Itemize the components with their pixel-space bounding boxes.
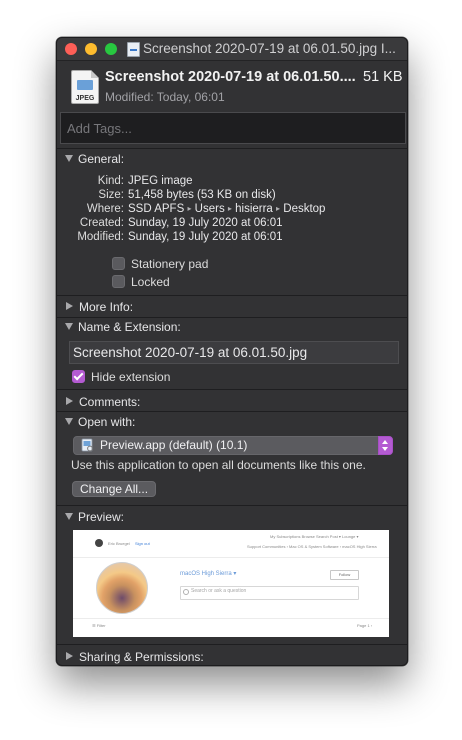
where-path: SSD APFS ▸ Users ▸ hisierra ▸ Desktop — [128, 203, 325, 215]
divider — [57, 411, 407, 412]
document-icon-label: JPEG — [75, 95, 95, 102]
size-value: 51,458 bytes (53 KB on disk) — [128, 189, 276, 201]
jpeg-document-icon[interactable]: JPEG — [71, 70, 99, 104]
info-window: Screenshot 2020-07-19 at 06.01.50.jpg I.… — [56, 37, 408, 666]
path-home: hisierra — [235, 203, 273, 215]
section-preview[interactable]: Preview: — [65, 510, 124, 524]
preview-app-icon — [81, 438, 93, 452]
where-label: Where: — [86, 203, 124, 215]
preview-user: Eric Bruegel — [108, 541, 130, 546]
open-with-hint: Use this application to open all documen… — [71, 458, 366, 472]
divider — [57, 295, 407, 296]
divider — [57, 505, 407, 506]
preview-logo-icon — [95, 539, 103, 547]
stationery-pad-checkbox[interactable] — [112, 257, 125, 270]
section-more-info-label: More Info: — [79, 300, 134, 314]
modified-label: Modified: — [77, 231, 124, 243]
preview-nav: My Subscriptions Browse Search Post ▾ Lo… — [270, 534, 359, 539]
zoom-button[interactable] — [105, 43, 117, 55]
disclosure-open-icon[interactable] — [65, 513, 73, 520]
disclosure-open-icon[interactable] — [65, 323, 73, 330]
locked-checkbox-row[interactable]: Locked — [112, 275, 170, 289]
stationery-pad-label: Stationery pad — [131, 257, 209, 271]
window-title: Screenshot 2020-07-19 at 06.01.50.jpg I.… — [143, 41, 396, 56]
size-label: Size: — [98, 189, 124, 201]
hide-extension-label: Hide extension — [91, 370, 171, 384]
section-general[interactable]: General: — [65, 152, 124, 166]
open-with-app-label: Preview.app (default) (10.1) — [100, 438, 248, 452]
jpeg-file-icon — [127, 42, 140, 57]
created-value: Sunday, 19 July 2020 at 06:01 — [128, 217, 283, 229]
stationery-pad-checkbox-row[interactable]: Stationery pad — [112, 257, 208, 271]
created-label: Created: — [79, 217, 124, 229]
file-size: 51 KB — [363, 69, 403, 85]
hide-extension-checkbox-row[interactable]: Hide extension — [72, 370, 170, 384]
preview-page: Page 1 › — [357, 623, 373, 628]
locked-label: Locked — [131, 275, 170, 289]
section-open-with-label: Open with: — [78, 415, 136, 429]
open-with-popup[interactable]: Preview.app (default) (10.1) — [73, 436, 393, 455]
file-name-field[interactable] — [69, 341, 399, 364]
path-volume: SSD APFS — [128, 203, 185, 215]
path-desktop: Desktop — [283, 203, 326, 215]
preview-breadcrumb: Support Communities › Mac OS & System So… — [247, 544, 377, 549]
disclosure-closed-icon[interactable] — [66, 652, 73, 660]
divider — [57, 644, 407, 645]
section-general-label: General: — [78, 152, 125, 166]
section-preview-label: Preview: — [78, 510, 125, 524]
preview-search-placeholder: Search or ask a question — [191, 588, 247, 594]
section-comments-label: Comments: — [79, 395, 141, 409]
section-more-info[interactable]: More Info: — [65, 300, 133, 314]
file-header: JPEG Screenshot 2020-07-19 at 06.01.50..… — [57, 61, 407, 109]
preview-divider — [73, 618, 389, 619]
section-sharing-permissions[interactable]: Sharing & Permissions: — [65, 650, 204, 664]
hide-extension-checkbox[interactable] — [72, 370, 85, 383]
divider — [57, 317, 407, 318]
title-bar[interactable]: Screenshot 2020-07-19 at 06.01.50.jpg I.… — [57, 38, 407, 61]
preview-sign-out: Sign out — [135, 541, 150, 546]
divider — [57, 148, 407, 149]
close-button[interactable] — [65, 43, 77, 55]
preview-title: macOS High Sierra ▾ — [180, 571, 237, 577]
modified-value: Sunday, 19 July 2020 at 06:01 — [128, 231, 283, 243]
divider — [57, 389, 407, 390]
path-separator-icon: ▸ — [276, 204, 281, 213]
preview-search-icon — [183, 589, 189, 595]
disclosure-closed-icon[interactable] — [66, 397, 73, 405]
preview-thumbnail: Eric Bruegel Sign out My Subscriptions B… — [73, 530, 389, 637]
path-separator-icon: ▸ — [187, 204, 192, 213]
file-name: Screenshot 2020-07-19 at 06.01.50.... — [105, 69, 356, 85]
preview-divider — [73, 557, 389, 558]
locked-checkbox[interactable] — [112, 275, 125, 288]
path-users: Users — [194, 203, 225, 215]
preview-filter: ☰ Filter — [92, 623, 106, 628]
file-modified: Modified: Today, 06:01 — [105, 90, 225, 104]
section-sharing-permissions-label: Sharing & Permissions: — [79, 650, 204, 664]
preview-follow-button: Follow — [330, 570, 359, 580]
popup-stepper-icon[interactable] — [378, 436, 393, 455]
kind-label: Kind: — [97, 175, 124, 187]
section-comments[interactable]: Comments: — [65, 395, 140, 409]
tags-field[interactable] — [60, 112, 406, 144]
disclosure-closed-icon[interactable] — [66, 302, 73, 310]
disclosure-open-icon[interactable] — [65, 418, 73, 425]
path-separator-icon: ▸ — [227, 204, 232, 213]
change-all-button[interactable]: Change All... — [72, 481, 157, 497]
section-name-extension[interactable]: Name & Extension: — [65, 320, 181, 334]
preview-sierra-avatar — [96, 562, 148, 614]
disclosure-open-icon[interactable] — [65, 155, 73, 162]
minimize-button[interactable] — [85, 43, 97, 55]
kind-value: JPEG image — [128, 175, 193, 187]
section-name-extension-label: Name & Extension: — [78, 320, 181, 334]
section-open-with[interactable]: Open with: — [65, 415, 135, 429]
